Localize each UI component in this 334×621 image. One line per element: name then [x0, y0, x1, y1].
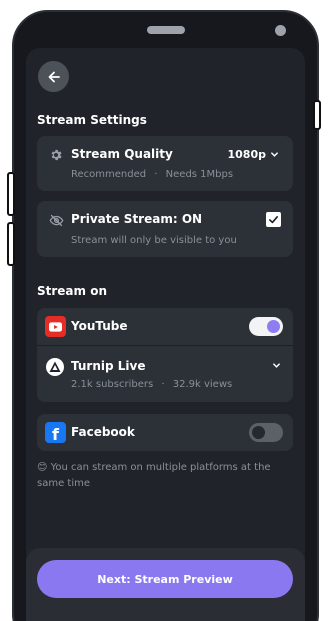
quality-recommended: Recommended: [71, 169, 147, 180]
private-stream-card[interactable]: Private Stream: ON Stream will only be v…: [37, 201, 293, 257]
private-stream-description: Stream will only be visible to you: [71, 235, 237, 246]
stream-settings-heading: Stream Settings: [37, 113, 147, 127]
facebook-label: Facebook: [71, 425, 135, 439]
stream-quality-label: Stream Quality: [71, 147, 173, 161]
chevron-down-icon: [273, 363, 280, 368]
channel-stats: 2.1k subscribers · 32.9k views: [71, 379, 232, 390]
youtube-toggle[interactable]: [249, 317, 283, 336]
multi-platform-info: 😊 You can stream on multiple platforms a…: [37, 460, 287, 492]
check-icon: [269, 216, 278, 224]
youtube-card: YouTube Turnip Live 2.1k subscribers · 3…: [37, 308, 293, 402]
private-stream-checkbox[interactable]: [266, 212, 281, 227]
info-text: You can stream on multiple platforms at …: [37, 462, 271, 489]
side-button-right: [313, 100, 321, 130]
quality-separator: ·: [154, 169, 158, 180]
quality-value: 1080p: [227, 148, 267, 161]
channel-avatar: [46, 358, 64, 376]
stream-on-heading: Stream on: [37, 284, 108, 298]
next-stream-preview-button[interactable]: Next: Stream Preview: [37, 560, 293, 598]
eye-off-icon: [48, 212, 64, 228]
quality-bandwidth: Needs 1Mbps: [165, 169, 234, 180]
channel-name: Turnip Live: [71, 359, 146, 373]
stats-separator: ·: [161, 379, 165, 390]
side-button-left-2: [7, 222, 15, 266]
arrow-left-icon: [48, 71, 60, 82]
private-stream-label: Private Stream: ON: [71, 212, 203, 226]
youtube-label: YouTube: [71, 319, 128, 333]
channel-subscribers: 2.1k subscribers: [71, 379, 154, 390]
back-button[interactable]: [38, 61, 69, 92]
side-button-left-1: [7, 172, 15, 216]
front-camera: [275, 25, 286, 36]
gear-icon: [48, 147, 63, 162]
stream-quality-card[interactable]: Stream Quality 1080p Recommended · Needs…: [37, 136, 293, 191]
toggle-knob: [252, 426, 265, 439]
smile-emoji: 😊: [37, 462, 48, 473]
toggle-knob: [267, 320, 280, 333]
facebook-icon: f: [45, 422, 66, 444]
youtube-icon: [45, 316, 66, 337]
quality-select[interactable]: 1080p: [228, 148, 280, 161]
facebook-toggle[interactable]: [249, 423, 283, 442]
quality-subtitle: Recommended · Needs 1Mbps: [71, 169, 233, 180]
facebook-card: f Facebook: [37, 414, 293, 451]
youtube-channel-select[interactable]: Turnip Live 2.1k subscribers · 32.9k vie…: [37, 346, 293, 402]
speaker-notch: [147, 26, 185, 34]
chevron-down-icon: [271, 152, 278, 157]
channel-views: 32.9k views: [172, 379, 233, 390]
